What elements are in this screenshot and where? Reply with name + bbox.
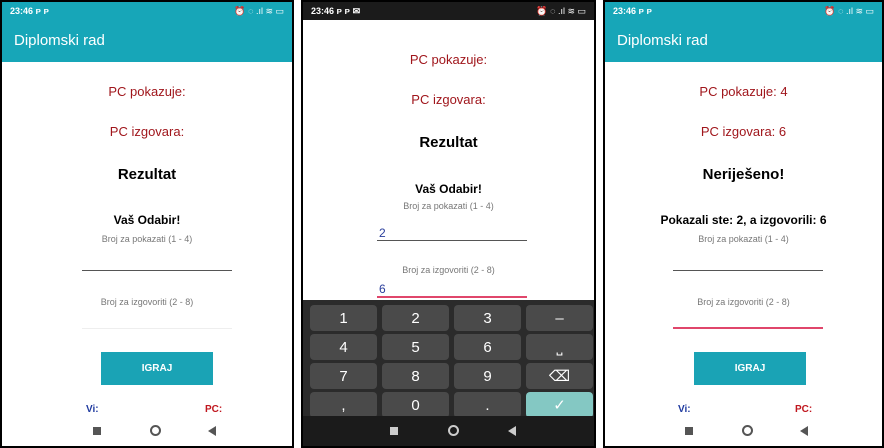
your-choice-summary: Pokazali ste: 2, a izgovorili: 6 xyxy=(660,213,827,227)
play-button[interactable]: IGRAJ xyxy=(694,352,806,385)
say-number-hint: Broj za izgovoriti (2 - 8) xyxy=(402,265,495,275)
say-number-input[interactable] xyxy=(673,327,823,329)
say-number-value[interactable]: 6 xyxy=(379,282,386,296)
show-number-hint: Broj za pokazati (1 - 4) xyxy=(101,234,193,244)
key-4[interactable]: 4 xyxy=(310,334,377,360)
status-icons: ⏰ ◌ .ıl ≋ ▭ xyxy=(824,6,874,16)
play-button[interactable]: IGRAJ xyxy=(101,352,213,385)
pc-shows-label: PC pokazuje: xyxy=(409,52,488,67)
show-number-value[interactable]: 2 xyxy=(379,226,386,240)
key-1[interactable]: 1 xyxy=(310,305,377,331)
key-3[interactable]: 3 xyxy=(454,305,521,331)
say-number-input[interactable] xyxy=(377,296,527,298)
key-6[interactable]: 6 xyxy=(454,334,521,360)
your-choice-heading: Vaš Odabir! xyxy=(415,182,482,196)
phone-screen-keyboard: 23:46 ᴘ ᴘ ✉ ⏰ ◌ .ıl ≋ ▭ PC pokazuje: PC … xyxy=(301,0,596,448)
app-title: Diplomski rad xyxy=(14,32,105,49)
phone-screen-result: 23:46 ᴘ ᴘ ⏰ ◌ .ıl ≋ ▭ Diplomski rad PC p… xyxy=(603,0,884,448)
player-score-label: Vi: xyxy=(678,404,691,415)
key-8[interactable]: 8 xyxy=(382,363,449,389)
pc-says-label: PC izgovara: xyxy=(109,124,185,139)
show-number-hint: Broj za pokazati (1 - 4) xyxy=(698,234,789,244)
key-0[interactable]: 0 xyxy=(382,392,449,418)
pc-score-label: PC: xyxy=(205,404,223,415)
nav-home-icon[interactable] xyxy=(448,425,459,436)
result-text: Rezultat xyxy=(419,134,478,151)
nav-back-icon[interactable] xyxy=(208,426,216,436)
key-minus[interactable]: – xyxy=(526,305,593,331)
nav-recents-icon[interactable] xyxy=(390,427,398,435)
nav-recents-icon[interactable] xyxy=(93,427,101,435)
result-text: Rezultat xyxy=(117,166,177,183)
key-2[interactable]: 2 xyxy=(382,305,449,331)
key-5[interactable]: 5 xyxy=(382,334,449,360)
navigation-bar xyxy=(605,416,882,446)
say-number-input[interactable] xyxy=(82,328,232,329)
pc-says-label: PC izgovara: xyxy=(411,92,486,107)
nav-home-icon[interactable] xyxy=(742,425,753,436)
status-bar: 23:46 ᴘ ᴘ ✉ ⏰ ◌ .ıl ≋ ▭ xyxy=(303,2,594,20)
status-time: 23:46 ᴘ ᴘ ✉ xyxy=(311,6,361,16)
key-comma[interactable]: , xyxy=(310,392,377,418)
key-space-icon[interactable]: ⎵ xyxy=(526,334,593,360)
key-7[interactable]: 7 xyxy=(310,363,377,389)
status-bar: 23:46 ᴘ ᴘ ⏰ ◌ .ıl ≋ ▭ xyxy=(2,2,292,20)
pc-says-label: PC izgovara: 6 xyxy=(700,124,787,139)
key-period[interactable]: . xyxy=(454,392,521,418)
show-number-hint: Broj za pokazati (1 - 4) xyxy=(403,201,494,211)
navigation-bar xyxy=(303,416,594,446)
phone-screen-initial: 23:46 ᴘ ᴘ ⏰ ◌ .ıl ≋ ▭ Diplomski rad PC p… xyxy=(0,0,294,448)
show-number-input[interactable] xyxy=(673,270,823,271)
your-choice-heading: Vaš Odabir! xyxy=(113,213,181,227)
show-number-input[interactable] xyxy=(377,240,527,241)
status-time: 23:46 ᴘ ᴘ xyxy=(10,6,50,16)
status-bar: 23:46 ᴘ ᴘ ⏰ ◌ .ıl ≋ ▭ xyxy=(605,2,882,20)
show-number-input[interactable] xyxy=(82,270,232,271)
navigation-bar xyxy=(2,416,292,446)
app-bar: Diplomski rad xyxy=(2,20,292,62)
key-9[interactable]: 9 xyxy=(454,363,521,389)
pc-shows-label: PC pokazuje: 4 xyxy=(699,84,788,99)
result-text: Neriješeno! xyxy=(702,166,785,183)
check-icon[interactable]: ✓ xyxy=(526,392,593,418)
nav-back-icon[interactable] xyxy=(800,426,808,436)
numeric-keypad: 1 2 3 – 4 5 6 ⎵ 7 8 9 ⌫ , 0 . ✓ xyxy=(303,300,594,420)
pc-score-label: PC: xyxy=(795,404,813,415)
nav-back-icon[interactable] xyxy=(508,426,516,436)
app-bar: Diplomski rad xyxy=(605,20,882,62)
status-icons: ⏰ ◌ .ıl ≋ ▭ xyxy=(536,6,586,16)
nav-recents-icon[interactable] xyxy=(685,427,693,435)
status-time: 23:46 ᴘ ᴘ xyxy=(613,6,653,16)
app-title: Diplomski rad xyxy=(617,32,708,49)
player-score-label: Vi: xyxy=(86,404,99,415)
backspace-icon[interactable]: ⌫ xyxy=(526,363,593,389)
say-number-hint: Broj za izgovoriti (2 - 8) xyxy=(697,297,790,307)
pc-shows-label: PC pokazuje: xyxy=(108,84,186,99)
say-number-hint: Broj za izgovoriti (2 - 8) xyxy=(100,297,194,307)
nav-home-icon[interactable] xyxy=(150,425,161,436)
status-icons: ⏰ ◌ .ıl ≋ ▭ xyxy=(234,6,284,16)
